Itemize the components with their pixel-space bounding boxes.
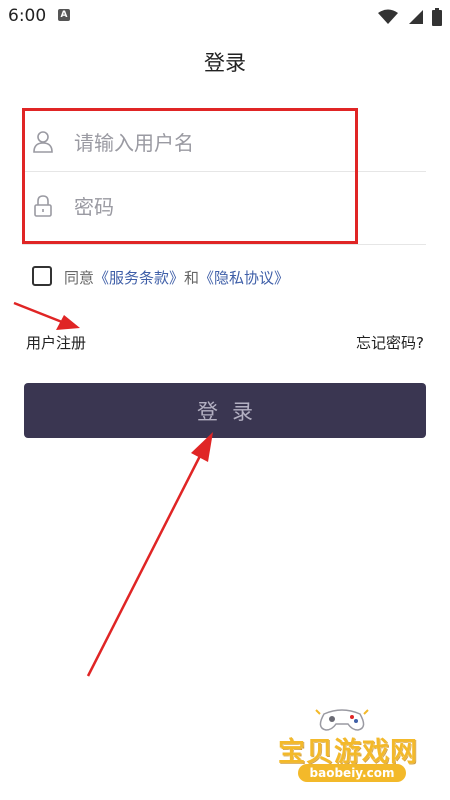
agree-prefix: 同意 — [64, 269, 95, 287]
agree-conjunction: 和 — [184, 269, 200, 287]
agreement-text: 同意《服务条款》和《隐私协议》 — [64, 267, 289, 288]
watermark-url: baobeiy.com — [298, 764, 406, 782]
login-button[interactable]: 登录 — [24, 383, 426, 438]
privacy-link[interactable]: 《隐私协议》 — [199, 269, 289, 287]
arrow-to-login-button — [86, 432, 213, 677]
signal-icon — [408, 9, 423, 24]
annotation-box — [22, 108, 358, 244]
status-bar: 6:00 A — [0, 0, 450, 32]
page-title: 登录 — [204, 51, 246, 75]
status-icons — [374, 6, 442, 26]
arrow-to-register — [13, 301, 80, 330]
forgot-password-link[interactable]: 忘记密码? — [356, 332, 424, 353]
watermark-logo: 宝贝游戏网 baobeiy.com — [272, 706, 442, 796]
register-link[interactable]: 用户注册 — [26, 332, 86, 353]
wifi-icon — [377, 9, 398, 24]
agree-checkbox[interactable] — [32, 266, 52, 286]
battery-icon — [432, 7, 442, 26]
notification-a-icon: A — [58, 9, 70, 21]
status-time: 6:00 — [8, 6, 47, 26]
divider — [22, 244, 426, 245]
terms-link[interactable]: 《服务条款》 — [94, 269, 184, 287]
